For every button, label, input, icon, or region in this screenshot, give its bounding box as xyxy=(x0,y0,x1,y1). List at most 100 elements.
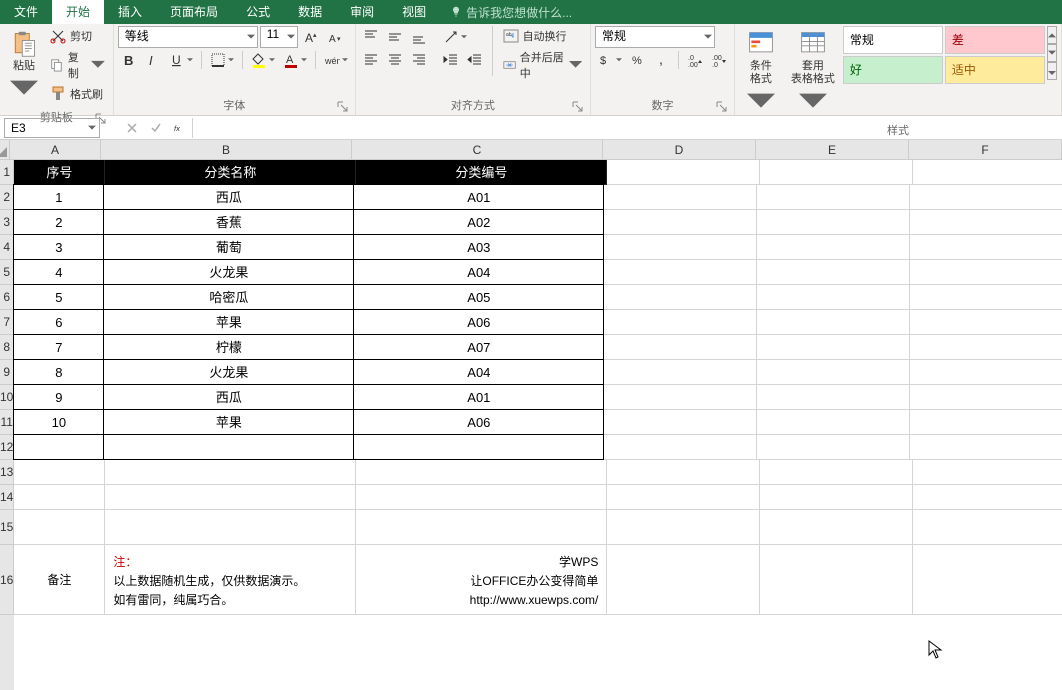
cell[interactable] xyxy=(913,160,1062,185)
col-header-E[interactable]: E xyxy=(756,140,909,160)
cell[interactable]: 西瓜 xyxy=(103,384,354,410)
cell[interactable] xyxy=(604,335,757,360)
cell[interactable]: 火龙果 xyxy=(103,259,354,285)
cell[interactable]: A03 xyxy=(353,234,604,260)
style-normal[interactable]: 常规 xyxy=(843,26,943,54)
cell[interactable]: A01 xyxy=(353,384,604,410)
increase-indent-button[interactable] xyxy=(464,49,486,71)
cell[interactable]: A05 xyxy=(353,284,604,310)
style-scroll-down[interactable] xyxy=(1047,44,1057,62)
note-left[interactable]: 注：以上数据随机生成，仅供数据演示。如有雷同，纯属巧合。 xyxy=(105,545,356,615)
fill-color-button[interactable] xyxy=(248,49,278,71)
align-top-button[interactable] xyxy=(360,26,382,48)
cell[interactable] xyxy=(604,385,757,410)
dialog-launcher-icon[interactable] xyxy=(337,101,349,113)
cell[interactable] xyxy=(760,460,913,485)
cell[interactable] xyxy=(910,210,1062,235)
cell[interactable] xyxy=(604,410,757,435)
cell[interactable]: 火龙果 xyxy=(103,359,354,385)
tab-home[interactable]: 开始 xyxy=(52,0,104,24)
note-right[interactable]: 学WPS让OFFICE办公变得简单http://www.xuewps.com/ xyxy=(356,545,607,615)
cell[interactable] xyxy=(910,260,1062,285)
decrease-font-button[interactable]: A▾ xyxy=(324,26,346,48)
cell[interactable] xyxy=(757,410,910,435)
col-header-A[interactable]: A xyxy=(10,140,101,160)
cell[interactable] xyxy=(13,434,104,460)
cell[interactable] xyxy=(14,510,105,545)
note-label[interactable]: 备注 xyxy=(14,545,105,615)
cell[interactable]: A04 xyxy=(353,259,604,285)
increase-decimal-button[interactable]: .0.00 xyxy=(684,49,706,71)
font-color-button[interactable]: A xyxy=(280,49,310,71)
cell[interactable] xyxy=(760,510,913,545)
tab-review[interactable]: 审阅 xyxy=(336,0,388,24)
style-bad[interactable]: 差 xyxy=(945,26,1045,54)
cell[interactable]: 苹果 xyxy=(103,409,354,435)
cell[interactable]: 5 xyxy=(13,284,104,310)
cell[interactable] xyxy=(757,235,910,260)
cell[interactable] xyxy=(910,410,1062,435)
cell[interactable] xyxy=(757,335,910,360)
row-header-14[interactable]: 14 xyxy=(0,485,14,510)
border-button[interactable] xyxy=(207,49,237,71)
decrease-indent-button[interactable] xyxy=(440,49,462,71)
cell[interactable] xyxy=(757,360,910,385)
cell[interactable] xyxy=(353,434,604,460)
row-header-13[interactable]: 13 xyxy=(0,460,14,485)
style-good[interactable]: 好 xyxy=(843,56,943,84)
cell[interactable]: 10 xyxy=(13,409,104,435)
cell[interactable] xyxy=(604,310,757,335)
cell[interactable] xyxy=(607,485,760,510)
row-header-11[interactable]: 11 xyxy=(0,410,14,435)
cell[interactable]: 西瓜 xyxy=(103,184,354,210)
cell[interactable]: 1 xyxy=(13,184,104,210)
tab-file[interactable]: 文件 xyxy=(0,0,52,24)
cell[interactable] xyxy=(356,510,607,545)
cell[interactable] xyxy=(356,485,607,510)
accounting-format-button[interactable]: $ xyxy=(595,49,625,71)
cut-button[interactable]: 剪切 xyxy=(46,26,109,46)
row-header-5[interactable]: 5 xyxy=(0,260,14,285)
cell[interactable] xyxy=(910,385,1062,410)
cell[interactable] xyxy=(910,335,1062,360)
align-left-button[interactable] xyxy=(360,49,382,71)
cell[interactable]: 3 xyxy=(13,234,104,260)
align-center-button[interactable] xyxy=(384,49,406,71)
row-header-8[interactable]: 8 xyxy=(0,335,14,360)
tab-view[interactable]: 视图 xyxy=(388,0,440,24)
col-header-C[interactable]: C xyxy=(352,140,603,160)
comma-button[interactable]: , xyxy=(651,49,673,71)
cell[interactable]: 分类名称 xyxy=(105,160,356,185)
cell[interactable] xyxy=(604,435,757,460)
row-header-2[interactable]: 2 xyxy=(0,185,14,210)
merge-center-button[interactable]: 合并后居中 xyxy=(499,47,586,83)
align-bottom-button[interactable] xyxy=(408,26,430,48)
align-right-button[interactable] xyxy=(408,49,430,71)
cell[interactable] xyxy=(910,285,1062,310)
accept-formula-button[interactable] xyxy=(144,118,168,138)
dialog-launcher-icon[interactable] xyxy=(716,101,728,113)
cell[interactable]: 9 xyxy=(13,384,104,410)
col-header-D[interactable]: D xyxy=(603,140,756,160)
col-header-F[interactable]: F xyxy=(909,140,1062,160)
cell[interactable] xyxy=(607,545,760,615)
cell[interactable]: 香蕉 xyxy=(103,209,354,235)
row-header-9[interactable]: 9 xyxy=(0,360,14,385)
cell[interactable] xyxy=(757,310,910,335)
cell[interactable]: A01 xyxy=(353,184,604,210)
style-neutral[interactable]: 适中 xyxy=(945,56,1045,84)
cell[interactable] xyxy=(607,510,760,545)
cell[interactable] xyxy=(757,260,910,285)
cell[interactable]: 8 xyxy=(13,359,104,385)
row-header-4[interactable]: 4 xyxy=(0,235,14,260)
increase-font-button[interactable]: A▴ xyxy=(300,26,322,48)
format-painter-button[interactable]: 格式刷 xyxy=(46,84,109,104)
cell[interactable] xyxy=(910,435,1062,460)
number-format-select[interactable]: 常规 xyxy=(595,26,715,48)
cell[interactable] xyxy=(607,160,760,185)
row-header-16[interactable]: 16 xyxy=(0,545,14,615)
row-header-3[interactable]: 3 xyxy=(0,210,14,235)
decrease-decimal-button[interactable]: .00.0 xyxy=(708,49,730,71)
cell[interactable] xyxy=(14,485,105,510)
tab-insert[interactable]: 插入 xyxy=(104,0,156,24)
